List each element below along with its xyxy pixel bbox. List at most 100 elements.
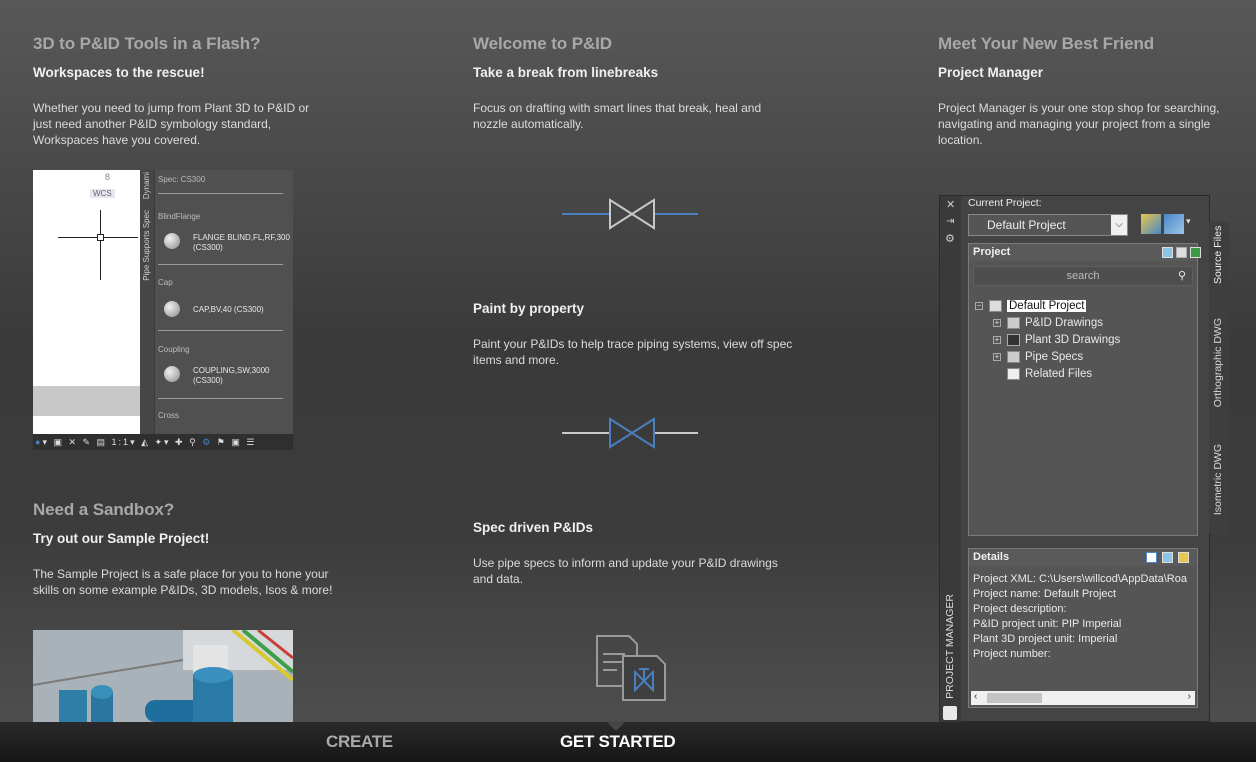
palette-strip: ✕ ⇥ ⚙ PROJECT MANAGER	[940, 196, 961, 723]
paint-body: Paint your P&IDs to help trace piping sy…	[473, 337, 793, 367]
tab-orthographic-dwg[interactable]: Orthographic DWG	[1212, 318, 1224, 407]
sandbox-body: The Sample Project is a safe place for y…	[33, 567, 333, 597]
thumbnail-view-icon[interactable]	[1178, 552, 1189, 563]
cap-icon	[164, 301, 180, 317]
tree-item-pipe-specs[interactable]: + Pipe Specs	[993, 351, 1083, 363]
sandbox-title: Need a Sandbox?	[33, 500, 175, 519]
gate-valve-icon	[562, 198, 698, 230]
category-blindflange: BlindFlange	[158, 212, 201, 221]
divider	[158, 264, 283, 265]
viewport-bottom	[33, 416, 140, 434]
category-cap: Cap	[158, 278, 173, 287]
palette-tab-dynamic[interactable]: Dynami	[142, 172, 151, 199]
collapse-icon[interactable]: −	[975, 302, 983, 310]
tree-item-label: P&ID Drawings	[1025, 317, 1103, 330]
tab-create[interactable]: CREATE	[326, 732, 393, 752]
scrollbar-thumb[interactable]	[987, 693, 1042, 703]
bottom-nav: CREATE GET STARTED	[0, 721, 1256, 762]
tree-item-label: Plant 3D Drawings	[1025, 334, 1121, 347]
active-tab-indicator	[606, 721, 626, 731]
folder-icon	[1007, 368, 1020, 380]
preview-view-icon[interactable]	[1162, 552, 1173, 563]
search-input[interactable]: search ⚲	[973, 266, 1193, 286]
status-toolbar[interactable]: ●▾ ▣ ✕ ✎ ▤ 1:1▾ ◭ ✦▾ ✚ ⚲ ⚙ ⚑ ▣ ☰	[33, 434, 293, 450]
expand-icon[interactable]: +	[993, 336, 1001, 344]
crosshair-v	[100, 210, 101, 280]
tree-item-default-project[interactable]: − Default Project	[975, 300, 1087, 313]
drawing-viewport: 8 WCS	[33, 170, 140, 386]
project-manager-label: PROJECT MANAGER	[944, 594, 956, 699]
details-panel: Details Project XML: C:\Users\willcod\Ap…	[968, 548, 1198, 708]
divider	[158, 398, 283, 399]
side-tab-strip: Source Files Orthographic DWG Isometric …	[1209, 222, 1229, 534]
scroll-right-icon[interactable]: ›	[1188, 691, 1191, 702]
project-header: Project	[969, 244, 1201, 261]
pid-drawings-icon	[1007, 317, 1020, 329]
scale-label[interactable]: 1:1	[112, 437, 131, 447]
detail-project-number: Project number:	[973, 648, 1051, 660]
expand-icon[interactable]: +	[993, 353, 1001, 361]
auto-hide-icon[interactable]: ⇥	[946, 216, 954, 227]
detail-project-name: Project name: Default Project	[973, 588, 1117, 600]
workspaces-body: Whether you need to jump from Plant 3D t…	[33, 101, 310, 147]
project-header-label: Project	[973, 246, 1011, 258]
settings-dropdown-icon[interactable]: ▾	[1186, 216, 1191, 227]
horizontal-scrollbar[interactable]: ‹ ›	[971, 691, 1195, 705]
coupling-icon	[164, 366, 180, 382]
open-project-icon[interactable]	[1141, 214, 1161, 234]
painted-valve-icon	[562, 417, 698, 449]
palette-tab-pipe-supports[interactable]: Pipe Supports Spec	[142, 210, 151, 281]
refresh-icon[interactable]	[1190, 247, 1201, 258]
tree-item-plant3d-drawings[interactable]: + Plant 3D Drawings	[993, 334, 1120, 346]
details-header: Details	[969, 549, 1197, 566]
close-icon[interactable]: ✕	[946, 198, 955, 211]
spec-sheet-icon	[596, 635, 666, 701]
details-header-label: Details	[973, 551, 1010, 563]
sandbox-subtitle: Try out our Sample Project!	[33, 531, 210, 546]
current-project-value: Default Project	[987, 218, 1066, 232]
workspaces-title: 3D to P&ID Tools in a Flash?	[33, 34, 261, 53]
sample-project-image[interactable]	[33, 630, 293, 722]
pickbox	[97, 234, 104, 241]
tree-item-label: Default Project	[1007, 300, 1087, 313]
tree-item-label: Pipe Specs	[1025, 351, 1084, 364]
best-friend-title: Meet Your New Best Friend	[938, 34, 1155, 53]
search-placeholder: search	[1066, 270, 1100, 282]
nav-icon[interactable]: ●	[35, 437, 42, 447]
spec-label: Spec: CS300	[158, 175, 206, 184]
category-cross: Cross	[158, 411, 179, 420]
copy-drawing-icon[interactable]	[1176, 247, 1187, 258]
details-view-icon[interactable]	[1146, 552, 1157, 563]
current-project-select[interactable]: Default Project ⌵	[968, 214, 1128, 236]
project-settings-icon[interactable]	[1164, 214, 1184, 234]
palette-item-label: COUPLING,SW,3000 (CS300)	[193, 366, 270, 385]
plant-logo-icon	[943, 706, 957, 720]
tab-isometric-dwg[interactable]: Isometric DWG	[1212, 444, 1224, 515]
search-icon[interactable]: ⚲	[1178, 267, 1186, 285]
welcome-body: Focus on drafting with smart lines that …	[473, 101, 762, 131]
expand-icon[interactable]: +	[993, 319, 1001, 327]
workspace-icon[interactable]: ⚙	[202, 437, 212, 447]
current-project-label: Current Project:	[968, 197, 1042, 209]
tab-get-started[interactable]: GET STARTED	[560, 732, 676, 752]
project-tree-panel: Project search ⚲ − Default Project + P&ID …	[968, 243, 1201, 536]
chevron-down-icon[interactable]: ⌵	[1111, 215, 1127, 235]
scroll-left-icon[interactable]: ‹	[974, 691, 977, 702]
tree-item-related-files[interactable]: Related Files	[1007, 368, 1092, 380]
divider	[158, 193, 283, 194]
tree-item-pid-drawings[interactable]: + P&ID Drawings	[993, 317, 1103, 329]
properties-icon[interactable]: ⚙	[945, 232, 955, 245]
new-drawing-icon[interactable]	[1162, 247, 1173, 258]
detail-project-xml: Project XML: C:\Users\willcod\AppData\Ro…	[973, 573, 1187, 585]
project-manager-panel: ✕ ⇥ ⚙ PROJECT MANAGER Current Project: D…	[939, 195, 1211, 723]
tab-source-files[interactable]: Source Files	[1212, 224, 1224, 284]
palette-item-label: CAP,BV,40 (CS300)	[193, 305, 264, 314]
project-icon	[989, 300, 1002, 312]
workspace-screenshot: 8 WCS Dynami Pipe Supports Spec Spec: CS…	[33, 170, 293, 450]
category-coupling: Coupling	[158, 345, 190, 354]
paint-subtitle: Paint by property	[473, 301, 585, 316]
flange-icon	[164, 233, 180, 249]
plant-model-illustration	[33, 630, 293, 722]
welcome-title: Welcome to P&ID	[473, 34, 612, 53]
project-manager-main: Current Project: Default Project ⌵ ▾ Pro…	[961, 196, 1211, 723]
